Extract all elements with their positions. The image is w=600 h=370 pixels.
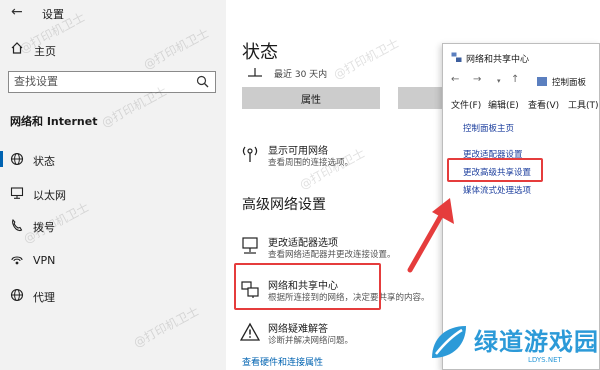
- globe-icon: [10, 152, 24, 166]
- window-title: 网络和共享中心: [466, 55, 530, 65]
- control-panel-icon: [537, 77, 547, 86]
- sidebar-item-vpn[interactable]: VPN: [0, 246, 226, 274]
- app-title: 设置: [42, 8, 64, 21]
- section-title: 网络和 Internet: [10, 115, 98, 128]
- properties-button[interactable]: 属性: [242, 87, 380, 109]
- sidebar-item-label: 状态: [33, 155, 55, 168]
- settings-titlebar: ← 设置: [0, 0, 226, 26]
- breadcrumb[interactable]: 控制面板: [552, 76, 586, 88]
- page-title: 状态: [242, 42, 278, 63]
- menu-bar: 文件(F) 编辑(E) 查看(V) 工具(T): [451, 98, 600, 112]
- menu-tools[interactable]: 工具(T): [568, 98, 599, 111]
- sidebar-item-dialup[interactable]: 拨号: [0, 211, 226, 239]
- option-desc: 查看周围的连接选项。: [268, 158, 354, 168]
- chevron-down-icon[interactable]: ▾: [497, 77, 501, 85]
- antenna-icon: [242, 146, 258, 162]
- media-streaming-link[interactable]: 媒体流式处理选项: [463, 184, 531, 196]
- home-icon: [11, 42, 23, 54]
- warning-icon: [240, 322, 260, 341]
- back-arrow-icon[interactable]: ←: [451, 74, 459, 85]
- logo-text: 绿道游戏园: [474, 328, 599, 356]
- back-arrow-icon[interactable]: ←: [11, 4, 23, 20]
- hardware-properties-link[interactable]: 查看硬件和连接属性: [242, 355, 323, 368]
- search-icon[interactable]: [196, 75, 209, 88]
- home-label: 主页: [34, 45, 56, 58]
- option-title: 网络疑难解答: [268, 324, 328, 335]
- network-adapter-icon: [242, 237, 258, 254]
- menu-edit[interactable]: 编辑(E): [488, 98, 519, 111]
- phone-icon: [12, 219, 23, 232]
- settings-search-box[interactable]: [8, 71, 216, 93]
- highlight-box: [234, 263, 381, 310]
- show-networks-option[interactable]: 显示可用网络 查看周围的连接选项。: [240, 142, 450, 176]
- sidebar-item-status[interactable]: 状态: [0, 145, 226, 173]
- option-desc: 查看网络适配器并更改连接设置。: [268, 250, 396, 260]
- logo-domain: LDYS.NET: [528, 356, 562, 364]
- recent-usage-text: 最近 30 天内: [274, 70, 328, 80]
- monitor-icon: [248, 68, 262, 77]
- sidebar-item-label: 拨号: [33, 221, 55, 234]
- network-icon: [451, 52, 462, 62]
- sidebar-item-proxy[interactable]: 代理: [0, 281, 226, 309]
- logo-icon: [432, 326, 466, 358]
- forward-arrow-icon[interactable]: →: [473, 74, 481, 85]
- globe-icon: [10, 288, 24, 302]
- option-desc: 诊断并解决网络问题。: [268, 336, 354, 346]
- menu-view[interactable]: 查看(V): [528, 98, 559, 111]
- cp-home-link[interactable]: 控制面板主页: [463, 122, 514, 134]
- annotation-arrow-icon: [407, 198, 454, 273]
- option-title: 更改适配器选项: [268, 238, 338, 249]
- troubleshoot-option[interactable]: 网络疑难解答 诊断并解决网络问题。: [240, 320, 450, 354]
- data-usage-button[interactable]: [398, 87, 444, 109]
- home-nav-item[interactable]: 主页: [8, 40, 218, 60]
- monitor-icon: [10, 187, 24, 199]
- site-logo: 绿道游戏园 LDYS.NET: [428, 320, 598, 368]
- up-arrow-icon[interactable]: ↑: [511, 74, 519, 85]
- highlight-box: [447, 158, 543, 182]
- address-bar[interactable]: ← → ▾ ↑ 控制面板: [447, 72, 599, 92]
- option-title: 显示可用网络: [268, 146, 328, 157]
- sidebar-item-ethernet[interactable]: 以太网: [0, 179, 226, 207]
- search-input[interactable]: [14, 75, 184, 88]
- vpn-icon: [11, 256, 23, 265]
- advanced-settings-title: 高级网络设置: [242, 197, 326, 213]
- sidebar-item-label: VPN: [33, 254, 56, 267]
- menu-file[interactable]: 文件(F): [451, 98, 481, 111]
- sidebar-item-label: 以太网: [33, 189, 66, 202]
- sidebar-item-label: 代理: [33, 291, 55, 304]
- settings-sidebar: ← 设置 主页 网络和 Internet 状态 以太网: [0, 0, 226, 370]
